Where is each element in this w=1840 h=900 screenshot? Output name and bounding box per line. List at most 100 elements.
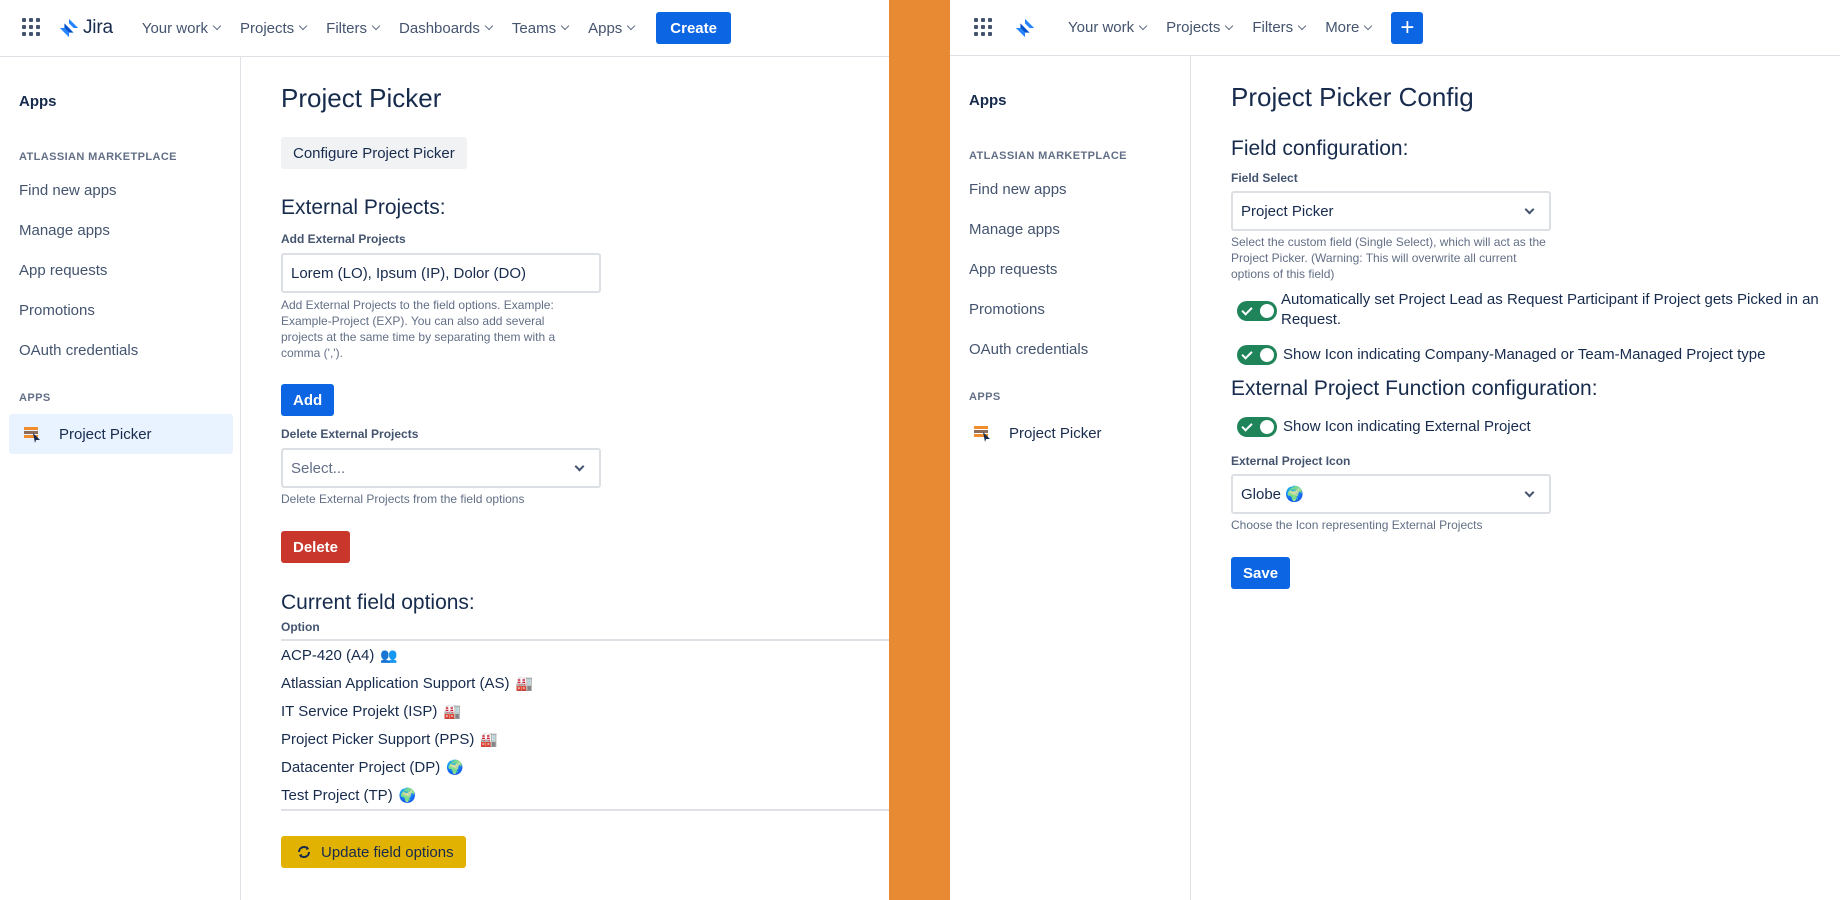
sidebar-item-app-requests[interactable]: App requests xyxy=(19,262,107,279)
right-window: Your work Projects Filters More + Apps A… xyxy=(950,0,1840,900)
nav-label: More xyxy=(1325,19,1360,36)
sidebar-section-apps: APPS xyxy=(969,391,1001,403)
option-text: Test Project (TP) xyxy=(281,787,393,804)
jira-logo-icon xyxy=(59,18,79,38)
project-picker-app-icon xyxy=(24,427,40,443)
nav-filters[interactable]: Filters xyxy=(1252,19,1307,36)
window-separator xyxy=(889,0,950,900)
current-field-options-heading: Current field options: xyxy=(281,591,475,614)
field-select-dropdown[interactable]: Project Picker xyxy=(1231,191,1551,231)
sidebar-item-manage-apps[interactable]: Manage apps xyxy=(19,222,110,239)
sidebar-item-label: Project Picker xyxy=(59,425,152,443)
sidebar-item-project-picker[interactable]: Project Picker xyxy=(9,414,233,454)
toggle-knob xyxy=(1260,348,1274,362)
nav-projects[interactable]: Projects xyxy=(239,19,308,37)
chevron-down-icon xyxy=(574,461,585,472)
sidebar-item-oauth-credentials[interactable]: OAuth credentials xyxy=(969,341,1088,358)
globe-icon: 🌍 xyxy=(398,787,417,803)
nav-label: Projects xyxy=(239,19,295,37)
nav-label: Filters xyxy=(326,19,368,37)
page-title: Project Picker xyxy=(281,83,442,113)
select-value: Globe 🌍 xyxy=(1241,486,1304,503)
top-navigation: Your work Projects Filters More + xyxy=(950,0,1840,56)
option-text: IT Service Projekt (ISP) xyxy=(281,703,438,720)
nav-your-work[interactable]: Your work xyxy=(142,20,222,37)
nav-dashboards[interactable]: Dashboards xyxy=(399,19,494,37)
chevron-down-icon xyxy=(1297,21,1307,30)
sidebar-item-project-picker[interactable]: Project Picker xyxy=(959,413,1183,453)
add-external-projects-input[interactable]: Lorem (LO), Ipsum (IP), Dolor (DO) xyxy=(281,253,601,293)
chevron-down-icon xyxy=(560,21,570,31)
globe-icon: 🌍 xyxy=(446,759,464,775)
external-project-function-heading: External Project Function configuration: xyxy=(1231,377,1598,400)
jira-logo[interactable] xyxy=(1014,17,1036,39)
jira-logo[interactable]: Jira xyxy=(58,17,113,39)
sidebar-section-apps: APPS xyxy=(19,392,51,404)
delete-external-projects-label: Delete External Projects xyxy=(281,427,419,441)
chevron-down-icon xyxy=(1524,204,1535,215)
nav-your-work[interactable]: Your work xyxy=(1068,19,1148,36)
table-bottom-divider xyxy=(281,809,889,811)
table-row: Test Project (TP) 🌍 xyxy=(281,787,416,804)
option-text: Datacenter Project (DP) xyxy=(281,759,441,776)
configure-project-picker-button[interactable]: Configure Project Picker xyxy=(281,137,467,169)
project-picker-app-icon xyxy=(974,426,990,442)
app-switcher-icon[interactable] xyxy=(974,17,994,38)
nav-label: Filters xyxy=(1252,19,1294,36)
nav-label: Dashboards xyxy=(399,19,480,37)
sidebar-item-oauth-credentials[interactable]: OAuth credentials xyxy=(19,342,138,359)
sidebar: Apps ATLASSIAN MARKETPLACE Find new apps… xyxy=(0,57,241,900)
sidebar-item-promotions[interactable]: Promotions xyxy=(19,302,95,319)
sidebar-item-find-new-apps[interactable]: Find new apps xyxy=(19,182,117,199)
external-projects-heading: External Projects: xyxy=(281,196,446,219)
toggle-project-type-icon[interactable] xyxy=(1237,345,1277,365)
check-icon xyxy=(1241,420,1253,432)
nav-label: Projects xyxy=(1166,19,1221,36)
toggle-knob xyxy=(1260,304,1274,318)
update-field-options-label: Update field options xyxy=(321,843,454,861)
nav-label: Apps xyxy=(588,19,623,37)
toggle-external-project-icon[interactable] xyxy=(1237,417,1277,437)
nav-teams[interactable]: Teams xyxy=(511,19,570,37)
nav-more[interactable]: More xyxy=(1325,19,1373,36)
toggle-project-lead-participant[interactable] xyxy=(1237,301,1277,321)
save-button[interactable]: Save xyxy=(1231,557,1291,589)
sidebar-title: Apps xyxy=(19,93,57,110)
option-text: Atlassian Application Support (AS) xyxy=(281,675,510,692)
nav-label: Teams xyxy=(511,19,557,37)
jira-logo-icon xyxy=(1015,18,1035,37)
delete-button[interactable]: Delete xyxy=(281,531,351,563)
field-configuration-heading: Field configuration: xyxy=(1231,137,1409,160)
main-content: Project Picker Configure Project Picker … xyxy=(281,57,889,900)
table-row: Project Picker Support (PPS) 🏭 xyxy=(281,731,498,748)
refresh-icon xyxy=(298,846,310,858)
select-placeholder: Select... xyxy=(291,459,346,477)
sidebar-item-manage-apps[interactable]: Manage apps xyxy=(969,221,1060,238)
delete-external-projects-help: Delete External Projects from the field … xyxy=(281,492,525,506)
add-button[interactable]: Add xyxy=(281,384,335,416)
check-icon xyxy=(1241,304,1253,316)
table-row: ACP-420 (A4) 👥 xyxy=(281,647,398,664)
company-managed-icon: 🏭 xyxy=(480,731,498,747)
app-switcher-icon[interactable] xyxy=(22,18,42,38)
sidebar-item-app-requests[interactable]: App requests xyxy=(969,261,1057,278)
nav-apps[interactable]: Apps xyxy=(588,19,636,37)
nav-projects[interactable]: Projects xyxy=(1166,19,1234,36)
delete-external-projects-select[interactable]: Select... xyxy=(281,448,601,488)
sidebar-item-find-new-apps[interactable]: Find new apps xyxy=(969,181,1067,198)
chevron-down-icon xyxy=(298,21,308,31)
chevron-down-icon xyxy=(484,21,494,31)
table-header-divider xyxy=(281,639,889,641)
update-field-options-button[interactable]: Update field options xyxy=(281,836,466,868)
external-project-icon-select[interactable]: Globe 🌍 xyxy=(1231,474,1551,514)
table-row: Atlassian Application Support (AS) 🏭 xyxy=(281,675,533,692)
chevron-down-icon xyxy=(1364,21,1373,30)
create-button[interactable]: Create xyxy=(656,12,731,44)
nav-filters[interactable]: Filters xyxy=(326,19,381,37)
sidebar-section-marketplace: ATLASSIAN MARKETPLACE xyxy=(969,150,1127,162)
sidebar-item-promotions[interactable]: Promotions xyxy=(969,301,1045,318)
sidebar: Apps ATLASSIAN MARKETPLACE Find new apps… xyxy=(950,56,1191,900)
create-plus-button[interactable]: + xyxy=(1391,11,1424,44)
chevron-down-icon xyxy=(212,21,222,31)
team-managed-icon: 👥 xyxy=(380,647,398,663)
